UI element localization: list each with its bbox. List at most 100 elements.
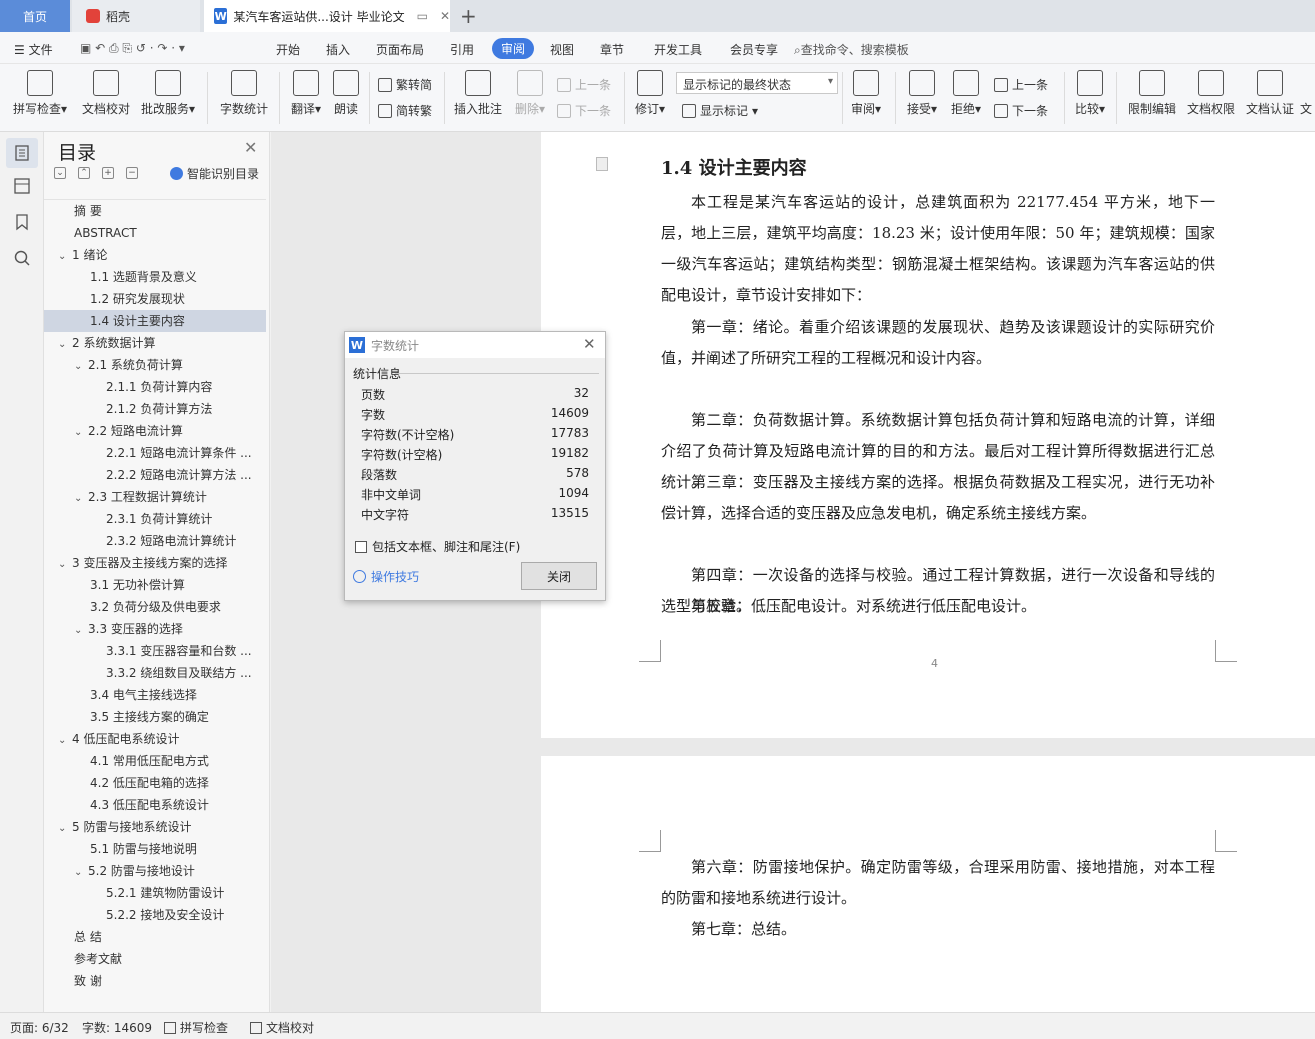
prev-change-button[interactable]: 上一条	[994, 76, 1048, 93]
correct-service-button[interactable]: 批改服务▾	[138, 70, 198, 117]
quick-access-icons[interactable]: ▣ ↶ ⎙ ⎘ ↺ · ↷ · ▾	[80, 41, 185, 56]
close-icon[interactable]: ✕	[440, 9, 450, 23]
toc-item[interactable]: ⌄ 5.2 防雷与接地设计	[44, 860, 266, 882]
checkbox-box[interactable]	[355, 540, 367, 553]
smart-toc-button[interactable]: 智能识别目录	[170, 165, 259, 182]
chevron-down-icon[interactable]: ⌄	[58, 818, 72, 838]
toc-item[interactable]: 5.1 防雷与接地说明	[44, 838, 266, 860]
chevron-down-icon[interactable]: ⌄	[58, 246, 72, 266]
tab-document[interactable]: W 某汽车客运站供...设计 毕业论文 ▭ ✕	[204, 0, 450, 32]
menu-reference[interactable]: 引用	[450, 41, 474, 58]
revise-button[interactable]: 修订▾	[620, 70, 680, 117]
reject-button[interactable]: 拒绝▾	[936, 70, 996, 117]
screen-icon[interactable]: ▭	[417, 9, 428, 23]
chevron-down-icon[interactable]: ⌄	[74, 862, 88, 882]
collapse-all-icon[interactable]: ⌄	[54, 167, 66, 179]
menu-insert[interactable]: 插入	[326, 41, 350, 58]
chapter-nav-button[interactable]	[12, 176, 32, 196]
document-icon[interactable]	[596, 157, 608, 171]
toc-item[interactable]: 3.3.1 变压器容量和台数 ...	[44, 640, 266, 662]
toc-item[interactable]: ⌄ 3 变压器及主接线方案的选择	[44, 552, 266, 574]
review-pane-button[interactable]: 审阅▾	[836, 70, 896, 117]
toc-item[interactable]: 5.2.2 接地及安全设计	[44, 904, 266, 926]
chevron-down-icon[interactable]: ⌄	[74, 488, 88, 508]
markup-state-select[interactable]: 显示标记的最终状态	[676, 72, 838, 94]
toc-item[interactable]: 2.2.2 短路电流计算方法 ...	[44, 464, 266, 486]
document-page[interactable]: 1.4 设计主要内容 本工程是某汽车客运站的设计，总建筑面积为 22177.45…	[541, 132, 1315, 738]
chevron-down-icon[interactable]: ⌄	[74, 620, 88, 640]
toc-item[interactable]: 2.2.1 短路电流计算条件 ...	[44, 442, 266, 464]
toc-item[interactable]: ⌄ 2.3 工程数据计算统计	[44, 486, 266, 508]
menu-member[interactable]: 会员专享	[730, 41, 778, 58]
toc-item[interactable]: 总 结	[44, 926, 266, 948]
doc-proof-button[interactable]: 文档校对	[76, 70, 136, 117]
toc-item[interactable]: 1.4 设计主要内容	[44, 310, 266, 332]
toc-item[interactable]: 3.1 无功补偿计算	[44, 574, 266, 596]
restrict-edit-button[interactable]: 限制编辑	[1122, 70, 1182, 117]
toc-item[interactable]: 3.5 主接线方案的确定	[44, 706, 266, 728]
toc-item[interactable]: ⌄ 1 绪论	[44, 244, 266, 266]
trad-to-simp-button[interactable]: 繁转简	[378, 76, 432, 93]
toc-item[interactable]: 参考文献	[44, 948, 266, 970]
ribbon-overflow-item[interactable]: 文	[1300, 70, 1315, 117]
toc-item[interactable]: 4.3 低压配电系统设计	[44, 794, 266, 816]
toc-item[interactable]: 4.2 低压配电箱的选择	[44, 772, 266, 794]
close-icon[interactable]: ✕	[244, 138, 257, 157]
new-tab-button[interactable]: +	[460, 4, 477, 28]
include-textbox-checkbox[interactable]: 包括文本框、脚注和尾注(F)	[355, 538, 520, 555]
toc-item[interactable]: 2.1.1 负荷计算内容	[44, 376, 266, 398]
show-marks-button[interactable]: 显示标记 ▾	[682, 102, 758, 119]
remove-level-icon[interactable]: −	[126, 167, 138, 179]
tips-link[interactable]: 操作技巧	[353, 568, 419, 585]
spell-check-button[interactable]: 拼写检查▾	[10, 70, 70, 117]
chevron-down-icon[interactable]: ⌄	[74, 422, 88, 442]
chevron-down-icon[interactable]: ⌄	[74, 356, 88, 376]
close-icon[interactable]: ✕	[583, 335, 596, 353]
find-button[interactable]	[12, 248, 32, 268]
chevron-down-icon[interactable]: ⌄	[58, 334, 72, 354]
tab-daoke[interactable]: 稻壳	[72, 0, 200, 32]
toc-item[interactable]: ⌄ 5 防雷与接地系统设计	[44, 816, 266, 838]
read-aloud-button[interactable]: 朗读	[316, 70, 376, 117]
chevron-down-icon[interactable]: ⌄	[58, 554, 72, 574]
status-proof[interactable]: 文档校对	[250, 1019, 314, 1036]
doc-cert-button[interactable]: 文档认证	[1240, 70, 1300, 117]
doc-permission-button[interactable]: 文档权限	[1181, 70, 1241, 117]
toc-tab-button[interactable]	[6, 138, 38, 168]
add-level-icon[interactable]: +	[102, 167, 114, 179]
toc-item[interactable]: 2.3.1 负荷计算统计	[44, 508, 266, 530]
document-page[interactable]: 第六章：防雷接地保护。确定防雷等级，合理采用防雷、接地措施，对本工程的防雷和接地…	[541, 756, 1315, 1012]
toc-item[interactable]: 3.3.2 绕组数目及联结方 ...	[44, 662, 266, 684]
toc-item[interactable]: ⌄ 2 系统数据计算	[44, 332, 266, 354]
toc-item[interactable]: ⌄ 2.1 系统负荷计算	[44, 354, 266, 376]
prev-comment-button[interactable]: 上一条	[557, 76, 611, 93]
next-change-button[interactable]: 下一条	[994, 102, 1048, 119]
compare-button[interactable]: 比较▾	[1060, 70, 1120, 117]
toc-item[interactable]: 摘 要	[44, 200, 266, 222]
toc-item[interactable]: 3.2 负荷分级及供电要求	[44, 596, 266, 618]
expand-up-icon[interactable]: ⌃	[78, 167, 90, 179]
menu-review[interactable]: 审阅	[492, 38, 535, 59]
toc-item[interactable]: 2.1.2 负荷计算方法	[44, 398, 266, 420]
toc-item[interactable]: 3.4 电气主接线选择	[44, 684, 266, 706]
next-comment-button[interactable]: 下一条	[557, 102, 611, 119]
menu-start[interactable]: 开始	[276, 41, 300, 58]
insert-comment-button[interactable]: 插入批注	[448, 70, 508, 117]
word-count-indicator[interactable]: 字数: 14609	[82, 1019, 152, 1036]
toc-item[interactable]: 1.1 选题背景及意义	[44, 266, 266, 288]
chevron-down-icon[interactable]: ⌄	[58, 730, 72, 750]
menu-layout[interactable]: 页面布局	[376, 41, 424, 58]
menu-chapter[interactable]: 章节	[600, 41, 624, 58]
toc-item[interactable]: ⌄ 3.3 变压器的选择	[44, 618, 266, 640]
delete-comment-button[interactable]: 删除▾	[500, 70, 560, 117]
toc-item[interactable]: ⌄ 4 低压配电系统设计	[44, 728, 266, 750]
toc-item[interactable]: 致 谢	[44, 970, 266, 992]
toc-item[interactable]: ABSTRACT	[44, 222, 266, 244]
toc-item[interactable]: 4.1 常用低压配电方式	[44, 750, 266, 772]
toc-item[interactable]: ⌄ 2.2 短路电流计算	[44, 420, 266, 442]
tab-home[interactable]: 首页	[0, 0, 70, 32]
toc-item[interactable]: 1.2 研究发展现状	[44, 288, 266, 310]
file-menu[interactable]: ☰ 文件	[14, 41, 53, 58]
menu-view[interactable]: 视图	[550, 41, 574, 58]
simp-to-trad-button[interactable]: 简转繁	[378, 102, 432, 119]
